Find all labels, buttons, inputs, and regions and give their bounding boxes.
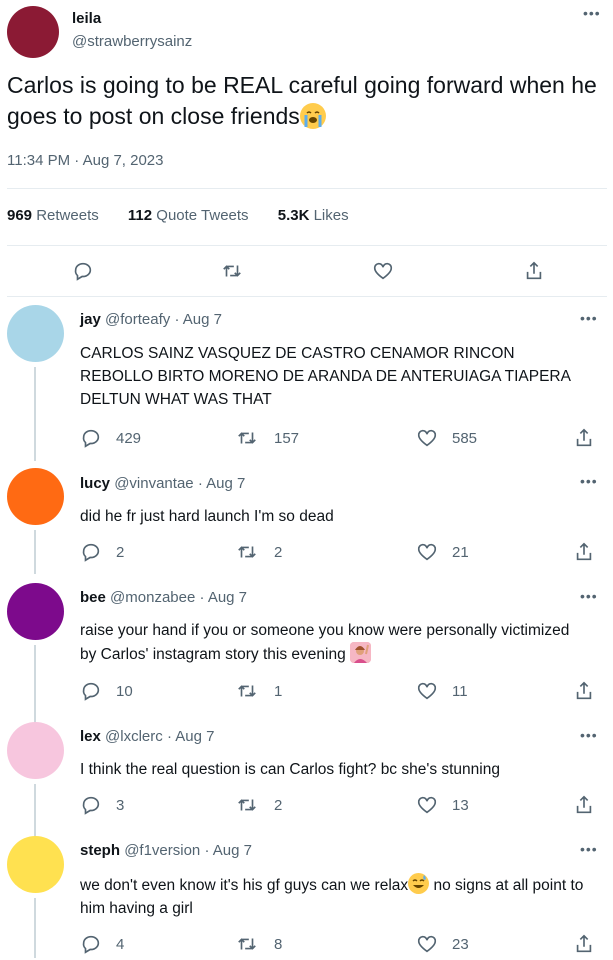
person-raising-hand-icon — [350, 642, 372, 663]
reply-author-name[interactable]: lex — [80, 728, 101, 745]
reply-date[interactable]: · Aug 7 — [167, 728, 215, 745]
retweet-count: 2 — [274, 544, 283, 561]
more-options-icon[interactable]: ••• — [580, 842, 598, 856]
reply-author-handle[interactable]: @lxclerc — [105, 728, 163, 745]
share-icon[interactable] — [523, 260, 545, 282]
reply-count: 2 — [116, 544, 125, 561]
retweet-icon[interactable] — [236, 427, 258, 449]
like-icon[interactable] — [416, 541, 438, 563]
reply-icon[interactable] — [80, 794, 102, 816]
reply-header: jay @forteafy · Aug 7 — [80, 311, 222, 328]
reply-author-handle[interactable]: @vinvantae — [114, 475, 193, 492]
reply-text: I think the real question is can Carlos … — [80, 761, 500, 778]
avatar[interactable] — [7, 722, 64, 779]
reply-icon[interactable] — [80, 427, 102, 449]
share-icon[interactable] — [573, 680, 595, 702]
like-count: 585 — [452, 430, 478, 447]
reply-text: CARLOS SAINZ VASQUEZ DE CASTRO CENAMOR R… — [80, 345, 571, 408]
share-icon[interactable] — [573, 794, 595, 816]
reply-author-handle[interactable]: @monzabee — [110, 589, 195, 606]
tweet-text: Carlos is going to be REAL careful going… — [7, 70, 602, 132]
grinning-face-with-sweat-icon — [408, 873, 430, 894]
retweets-stat[interactable]: 969 Retweets — [7, 207, 99, 224]
loudly-crying-face-icon — [299, 103, 326, 129]
reply-action-bar: 429 157 585 — [0, 427, 613, 451]
like-icon[interactable] — [416, 427, 438, 449]
share-icon[interactable] — [573, 933, 595, 955]
retweet-icon[interactable] — [221, 260, 243, 282]
author-handle[interactable]: @strawberrysainz — [72, 33, 192, 50]
avatar[interactable] — [7, 6, 59, 58]
divider — [7, 245, 607, 246]
reply-action-bar: 10 1 11 — [0, 680, 613, 704]
quote-tweets-stat[interactable]: 112 Quote Tweets — [128, 207, 249, 224]
reply-header: lucy @vinvantae · Aug 7 — [80, 475, 245, 492]
avatar[interactable] — [7, 305, 64, 362]
reply-date[interactable]: · Aug 7 — [198, 475, 246, 492]
reply-action-bar: 3 2 13 — [0, 794, 613, 818]
like-count: 13 — [452, 797, 469, 814]
reply-header: steph @f1version · Aug 7 — [80, 842, 252, 859]
reply-icon[interactable] — [80, 680, 102, 702]
share-icon[interactable] — [573, 427, 595, 449]
reply-text: did he fr just hard launch I'm so dead — [80, 508, 334, 525]
share-icon[interactable] — [573, 541, 595, 563]
like-icon[interactable] — [416, 794, 438, 816]
more-options-icon[interactable]: ••• — [583, 6, 601, 20]
reply-date[interactable]: · Aug 7 — [199, 589, 247, 606]
reply-text-body: raise your hand if you or someone you kn… — [80, 622, 570, 663]
reply-count: 429 — [116, 430, 142, 447]
retweet-count: 1 — [274, 683, 283, 700]
reply-action-bar: 4 8 23 — [0, 933, 613, 957]
like-icon[interactable] — [416, 933, 438, 955]
reply-count: 4 — [116, 936, 125, 953]
reply-icon[interactable] — [72, 260, 94, 282]
reply-action-bar: 2 2 21 — [0, 541, 613, 565]
reply-count: 3 — [116, 797, 125, 814]
more-options-icon[interactable]: ••• — [580, 474, 598, 488]
avatar[interactable] — [7, 583, 64, 640]
like-count: 23 — [452, 936, 469, 953]
reply-author-handle[interactable]: @forteafy — [105, 311, 170, 328]
retweet-icon[interactable] — [236, 680, 258, 702]
retweet-icon[interactable] — [236, 541, 258, 563]
more-options-icon[interactable]: ••• — [580, 589, 598, 603]
reply-date[interactable]: · Aug 7 — [204, 842, 252, 859]
retweet-count: 2 — [274, 797, 283, 814]
main-action-bar — [0, 260, 613, 284]
retweet-count: 157 — [274, 430, 300, 447]
reply-author-name[interactable]: steph — [80, 842, 120, 859]
retweet-count: 8 — [274, 936, 283, 953]
divider — [7, 188, 607, 189]
likes-stat[interactable]: 5.3K Likes — [278, 207, 349, 224]
reply-author-name[interactable]: bee — [80, 589, 106, 606]
divider — [7, 296, 607, 297]
reply-author-name[interactable]: lucy — [80, 475, 110, 492]
reply-author-handle[interactable]: @f1version — [124, 842, 200, 859]
reply-icon[interactable] — [80, 933, 102, 955]
like-count: 21 — [452, 544, 469, 561]
reply-date[interactable]: · Aug 7 — [174, 311, 222, 328]
reply-header: lex @lxclerc · Aug 7 — [80, 728, 214, 745]
reply-header: bee @monzabee · Aug 7 — [80, 589, 247, 606]
reply-author-name[interactable]: jay — [80, 311, 101, 328]
retweet-icon[interactable] — [236, 794, 258, 816]
reply-text-body: we don't even know it's his gf guys can … — [80, 877, 409, 894]
tweet-timestamp[interactable]: 11:34 PM · Aug 7, 2023 — [7, 152, 164, 169]
avatar[interactable] — [7, 468, 64, 525]
more-options-icon[interactable]: ••• — [580, 728, 598, 742]
reply-text: raise your hand if you or someone you kn… — [80, 619, 590, 666]
more-options-icon[interactable]: ••• — [580, 311, 598, 325]
reply-count: 10 — [116, 683, 133, 700]
author-name[interactable]: leila — [72, 10, 101, 27]
reply-text: we don't even know it's his gf guys can … — [80, 873, 590, 920]
avatar[interactable] — [7, 836, 64, 893]
like-icon[interactable] — [416, 680, 438, 702]
tweet-stats: 969 Retweets 112 Quote Tweets 5.3K Likes — [7, 207, 374, 224]
like-icon[interactable] — [372, 260, 394, 282]
retweet-icon[interactable] — [236, 933, 258, 955]
like-count: 11 — [452, 683, 468, 700]
reply-icon[interactable] — [80, 541, 102, 563]
